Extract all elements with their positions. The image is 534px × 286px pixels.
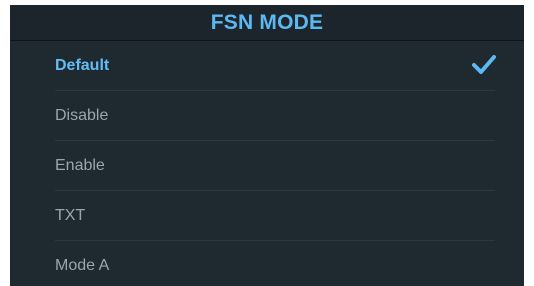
option-label: TXT [55, 207, 86, 224]
option-txt[interactable]: TXT [10, 191, 524, 240]
options-list: Default Disable Enable TXT Mode A [10, 41, 524, 286]
option-label: Default [55, 57, 110, 74]
option-label: Mode A [55, 257, 110, 274]
option-label: Enable [55, 157, 105, 174]
panel-header: FSN MODE [10, 5, 524, 41]
option-mode-a[interactable]: Mode A [10, 241, 524, 286]
checkmark-icon [472, 55, 496, 74]
option-disable[interactable]: Disable [10, 91, 524, 140]
fsn-mode-panel: FSN MODE Default Disable Enable TXT Mode… [10, 5, 524, 286]
option-label: Disable [55, 107, 109, 124]
panel-title: FSN MODE [210, 11, 324, 34]
option-default[interactable]: Default [10, 41, 524, 90]
option-enable[interactable]: Enable [10, 141, 524, 190]
